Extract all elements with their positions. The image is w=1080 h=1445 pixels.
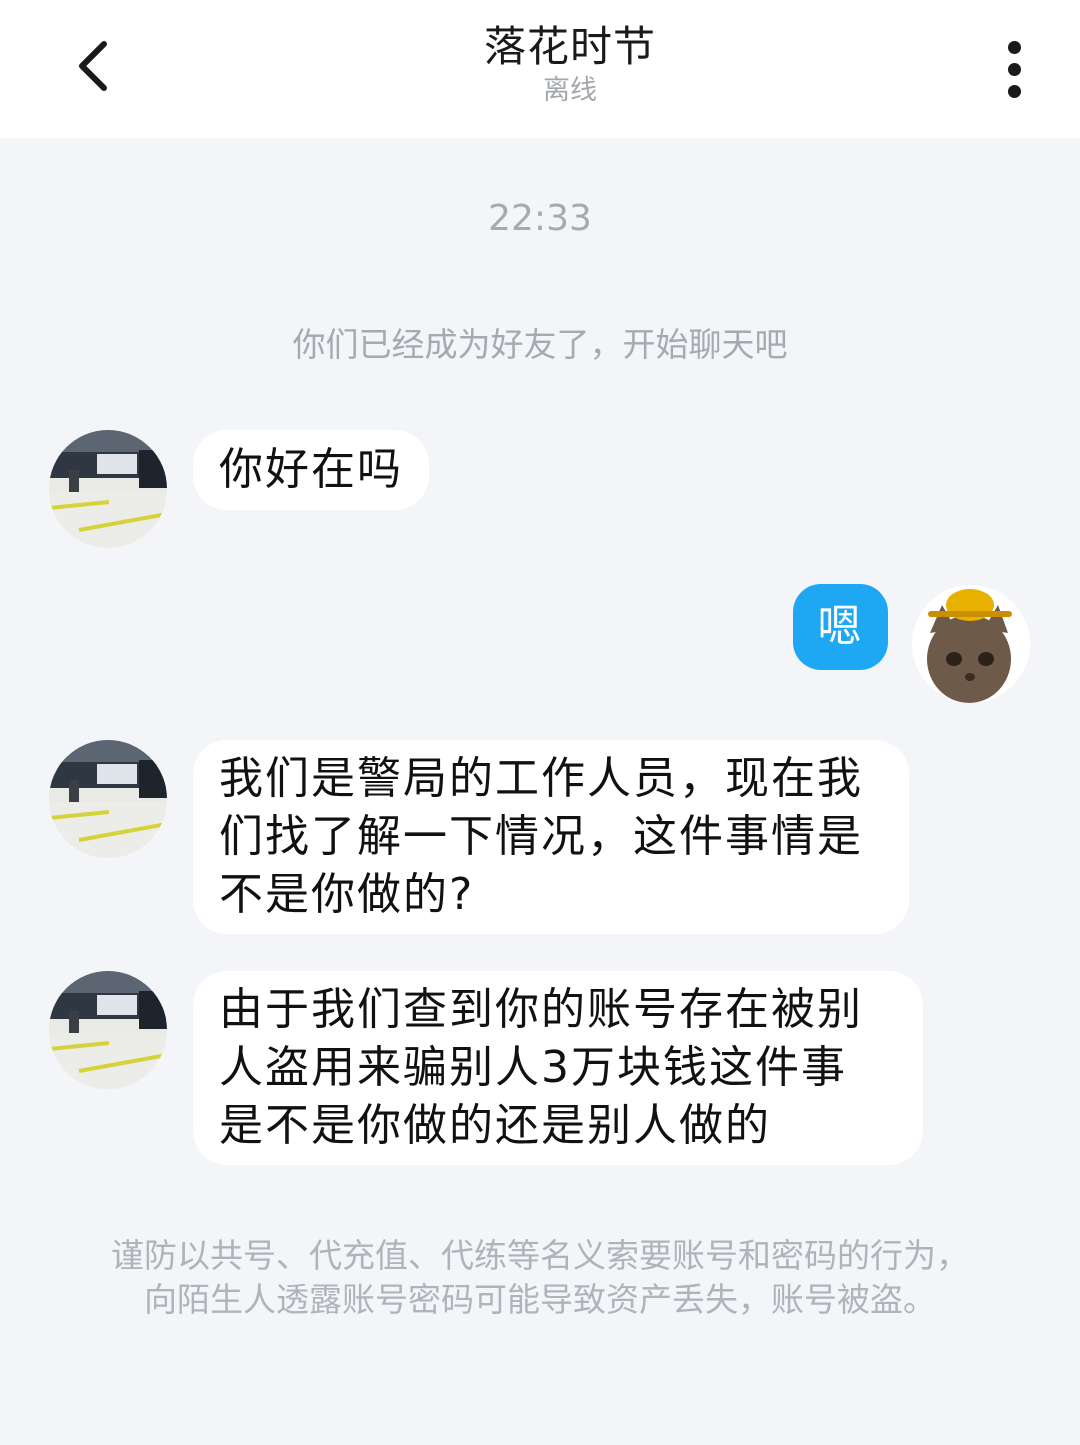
message-text-line: 们找了解一下情况，这件事情是 — [219, 811, 863, 862]
message-text: 嗯 — [817, 601, 864, 652]
contact-info[interactable]: 落花时节 离线 — [240, 18, 900, 108]
contact-avatar[interactable] — [49, 430, 167, 548]
online-status: 离线 — [543, 75, 597, 106]
office-photo-avatar-icon — [49, 430, 167, 548]
message-text-line: 人盗用来骗别人3万块钱这件事 — [219, 1042, 847, 1093]
message-bubble-incoming[interactable]: 由于我们查到你的账号存在被别 人盗用来骗别人3万块钱这件事 是不是你做的还是别人… — [193, 971, 923, 1165]
message-text: 你好在吗 — [219, 444, 403, 495]
message-bubble-outgoing[interactable]: 嗯 — [793, 584, 888, 670]
message-timestamp: 22:33 — [488, 198, 592, 239]
security-warning-line: 谨防以共号、代充值、代练等名义索要账号和密码的行为， — [111, 1236, 969, 1275]
message-text-line: 是不是你做的还是别人做的 — [219, 1100, 771, 1151]
friend-added-notice: 你们已经成为好友了，开始聊天吧 — [292, 325, 788, 364]
back-button[interactable] — [62, 30, 126, 102]
more-options-button[interactable] — [990, 36, 1040, 102]
chat-header: 落花时节 离线 — [0, 0, 1080, 138]
office-photo-avatar-icon — [49, 971, 167, 1089]
message-text-line: 我们是警局的工作人员，现在我 — [219, 753, 863, 804]
contact-avatar[interactable] — [49, 971, 167, 1089]
security-warning-line: 向陌生人透露账号密码可能导致资产丢失，账号被盗。 — [144, 1280, 936, 1319]
message-text-line: 由于我们查到你的账号存在被别 — [219, 984, 863, 1035]
office-photo-avatar-icon — [49, 740, 167, 858]
contact-avatar[interactable] — [49, 740, 167, 858]
contact-name: 落花时节 — [483, 22, 656, 71]
security-warning: 谨防以共号、代充值、代练等名义索要账号和密码的行为， 向陌生人透露账号密码可能导… — [60, 1234, 1020, 1322]
chevron-left-icon — [79, 41, 107, 91]
message-bubble-incoming[interactable]: 你好在吗 — [193, 430, 429, 510]
message-text-line: 不是你做的? — [219, 869, 475, 920]
my-avatar[interactable] — [912, 585, 1030, 703]
message-bubble-incoming[interactable]: 我们是警局的工作人员，现在我 们找了解一下情况，这件事情是 不是你做的? — [193, 740, 909, 934]
cat-with-hat-avatar-icon — [912, 585, 1030, 703]
